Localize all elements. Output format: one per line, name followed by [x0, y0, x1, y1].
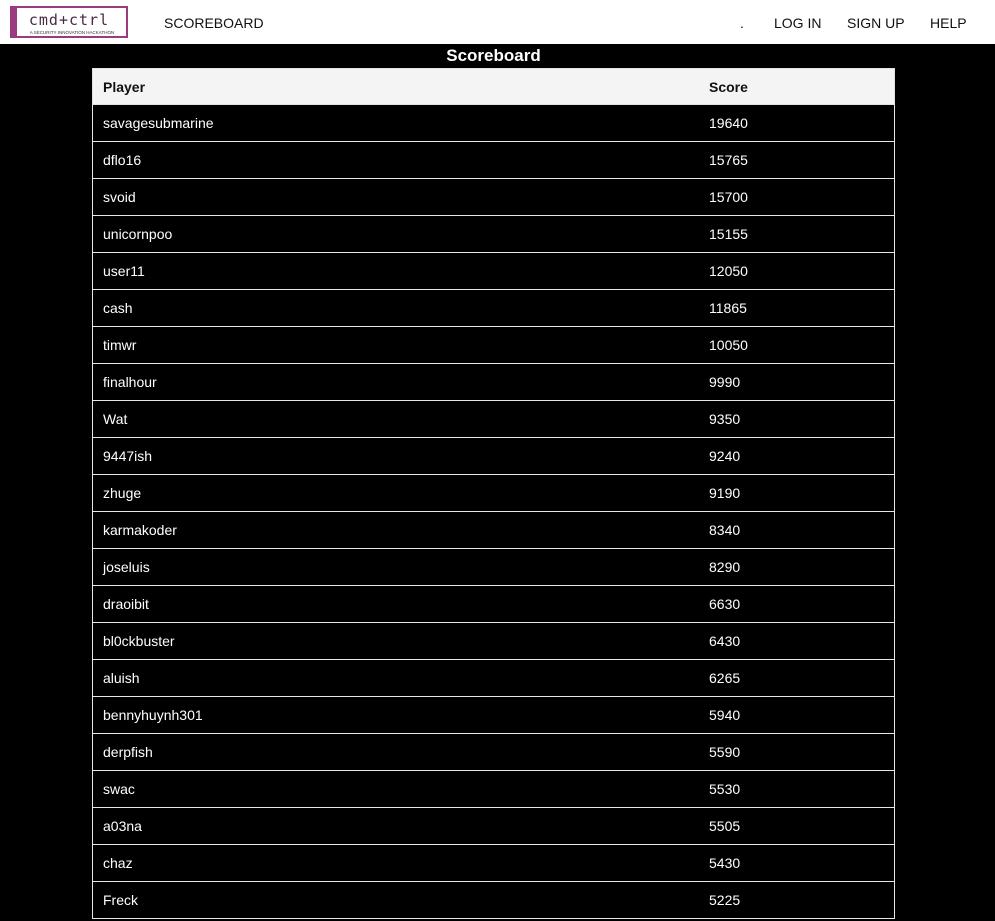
- score-cell: 19640: [709, 115, 748, 131]
- table-row: draoibit 6630: [92, 586, 895, 623]
- nav-signup-link[interactable]: SIGN UP: [847, 15, 905, 31]
- player-name-cell: finalhour: [103, 374, 157, 390]
- table-row: user11 12050: [92, 253, 895, 290]
- player-name-cell: a03na: [103, 818, 142, 834]
- table-row: bennyhuynh301 5940: [92, 697, 895, 734]
- nav-help-link[interactable]: HELP: [930, 15, 967, 31]
- table-row: savagesubmarine 19640: [92, 105, 895, 142]
- table-row: karmakoder 8340: [92, 512, 895, 549]
- score-cell: 10050: [709, 337, 748, 353]
- score-cell: 5530: [709, 781, 741, 797]
- table-row: timwr 10050: [92, 327, 895, 364]
- score-cell: 6630: [709, 596, 741, 612]
- score-cell: 5225: [709, 892, 741, 908]
- svg-text:cmd+ctrl: cmd+ctrl: [29, 11, 109, 29]
- player-name-cell: dflo16: [103, 152, 142, 168]
- score-cell: 6265: [709, 670, 741, 686]
- player-name-cell: swac: [103, 781, 135, 797]
- score-cell: 9240: [709, 448, 741, 464]
- score-cell: 5940: [709, 707, 741, 723]
- player-name-cell: svoid: [103, 189, 136, 205]
- player-name-cell: timwr: [103, 337, 137, 353]
- player-name-cell: user11: [103, 263, 145, 279]
- score-column-header: Score: [709, 79, 748, 95]
- player-name-cell: Freck: [103, 892, 138, 908]
- svg-text:A SECURITY INNOVATION HACKATHO: A SECURITY INNOVATION HACKATHON: [30, 30, 114, 35]
- player-name-cell: bl0ckbuster: [103, 633, 175, 649]
- table-row: joseluis 8290: [92, 549, 895, 586]
- score-cell: 5430: [709, 855, 741, 871]
- scoreboard-table: Player Score savagesubmarine 19640 dflo16 1…: [92, 68, 895, 921]
- score-cell: 5505: [709, 818, 741, 834]
- table-row: Freck 5225: [92, 882, 895, 919]
- table-row: zhuge 9190: [92, 475, 895, 512]
- table-row: svoid 15700: [92, 179, 895, 216]
- player-name-cell: draoibit: [103, 596, 149, 612]
- player-name-cell: 9447ish: [103, 448, 153, 464]
- score-cell: 12050: [709, 263, 748, 279]
- table-row: cash 11865: [92, 290, 895, 327]
- table-body: savagesubmarine 19640 dflo16 15765 svoid 1570…: [92, 105, 895, 919]
- score-cell: 11865: [709, 300, 747, 316]
- table-row: 9447ish 9240: [92, 438, 895, 475]
- player-name-cell: Wat: [103, 411, 128, 427]
- nav-scoreboard-link[interactable]: SCOREBOARD: [164, 15, 264, 31]
- player-name-cell: derpfish: [103, 744, 153, 760]
- score-cell: 9350: [709, 411, 741, 427]
- player-column-header: Player: [103, 79, 146, 95]
- player-name-cell: savagesubmarine: [103, 115, 214, 131]
- table-row: bl0ckbuster 6430: [92, 623, 895, 660]
- player-name-cell: cash: [103, 300, 133, 316]
- player-name-cell: unicornpoo: [103, 226, 173, 242]
- page-title: Scoreboard: [446, 46, 541, 65]
- player-name-cell: chaz: [103, 855, 133, 871]
- nav-login-link[interactable]: LOG IN: [774, 15, 821, 31]
- score-cell: 5590: [709, 744, 741, 760]
- cmd-ctrl-logo[interactable]: cmd+ctrl A SECURITY INNOVATION HACKATHON: [10, 6, 128, 38]
- table-row: a03na 5505: [92, 808, 895, 845]
- score-cell: 15765: [709, 152, 748, 168]
- score-cell: 15155: [709, 226, 748, 242]
- score-cell: 8290: [709, 559, 741, 575]
- player-name-cell: zhuge: [103, 485, 142, 501]
- table-row: swac 5530: [92, 771, 895, 808]
- nav-separator-dot: .: [740, 15, 744, 31]
- score-cell: 15700: [709, 189, 748, 205]
- table-header-row: Player Score: [92, 68, 895, 105]
- score-cell: 6430: [709, 633, 741, 649]
- logo-graphic: cmd+ctrl A SECURITY INNOVATION HACKATHON: [10, 6, 128, 38]
- player-name-cell: karmakoder: [103, 522, 177, 538]
- table-row: aluish 6265: [92, 660, 895, 697]
- table-row: chaz 5430: [92, 845, 895, 882]
- player-name-cell: aluish: [103, 670, 140, 686]
- table-row: derpfish 5590: [92, 734, 895, 771]
- table-row: unicornpoo 15155: [92, 216, 895, 253]
- score-cell: 8340: [709, 522, 741, 538]
- table-row: finalhour 9990: [92, 364, 895, 401]
- player-name-cell: bennyhuynh301: [103, 707, 203, 723]
- score-cell: 9990: [709, 374, 741, 390]
- score-cell: 9190: [709, 485, 741, 501]
- top-nav-bar: cmd+ctrl A SECURITY INNOVATION HACKATHON…: [0, 0, 995, 44]
- table-row: Wat 9350: [92, 401, 895, 438]
- table-row: dflo16 15765: [92, 142, 895, 179]
- player-name-cell: joseluis: [103, 559, 150, 575]
